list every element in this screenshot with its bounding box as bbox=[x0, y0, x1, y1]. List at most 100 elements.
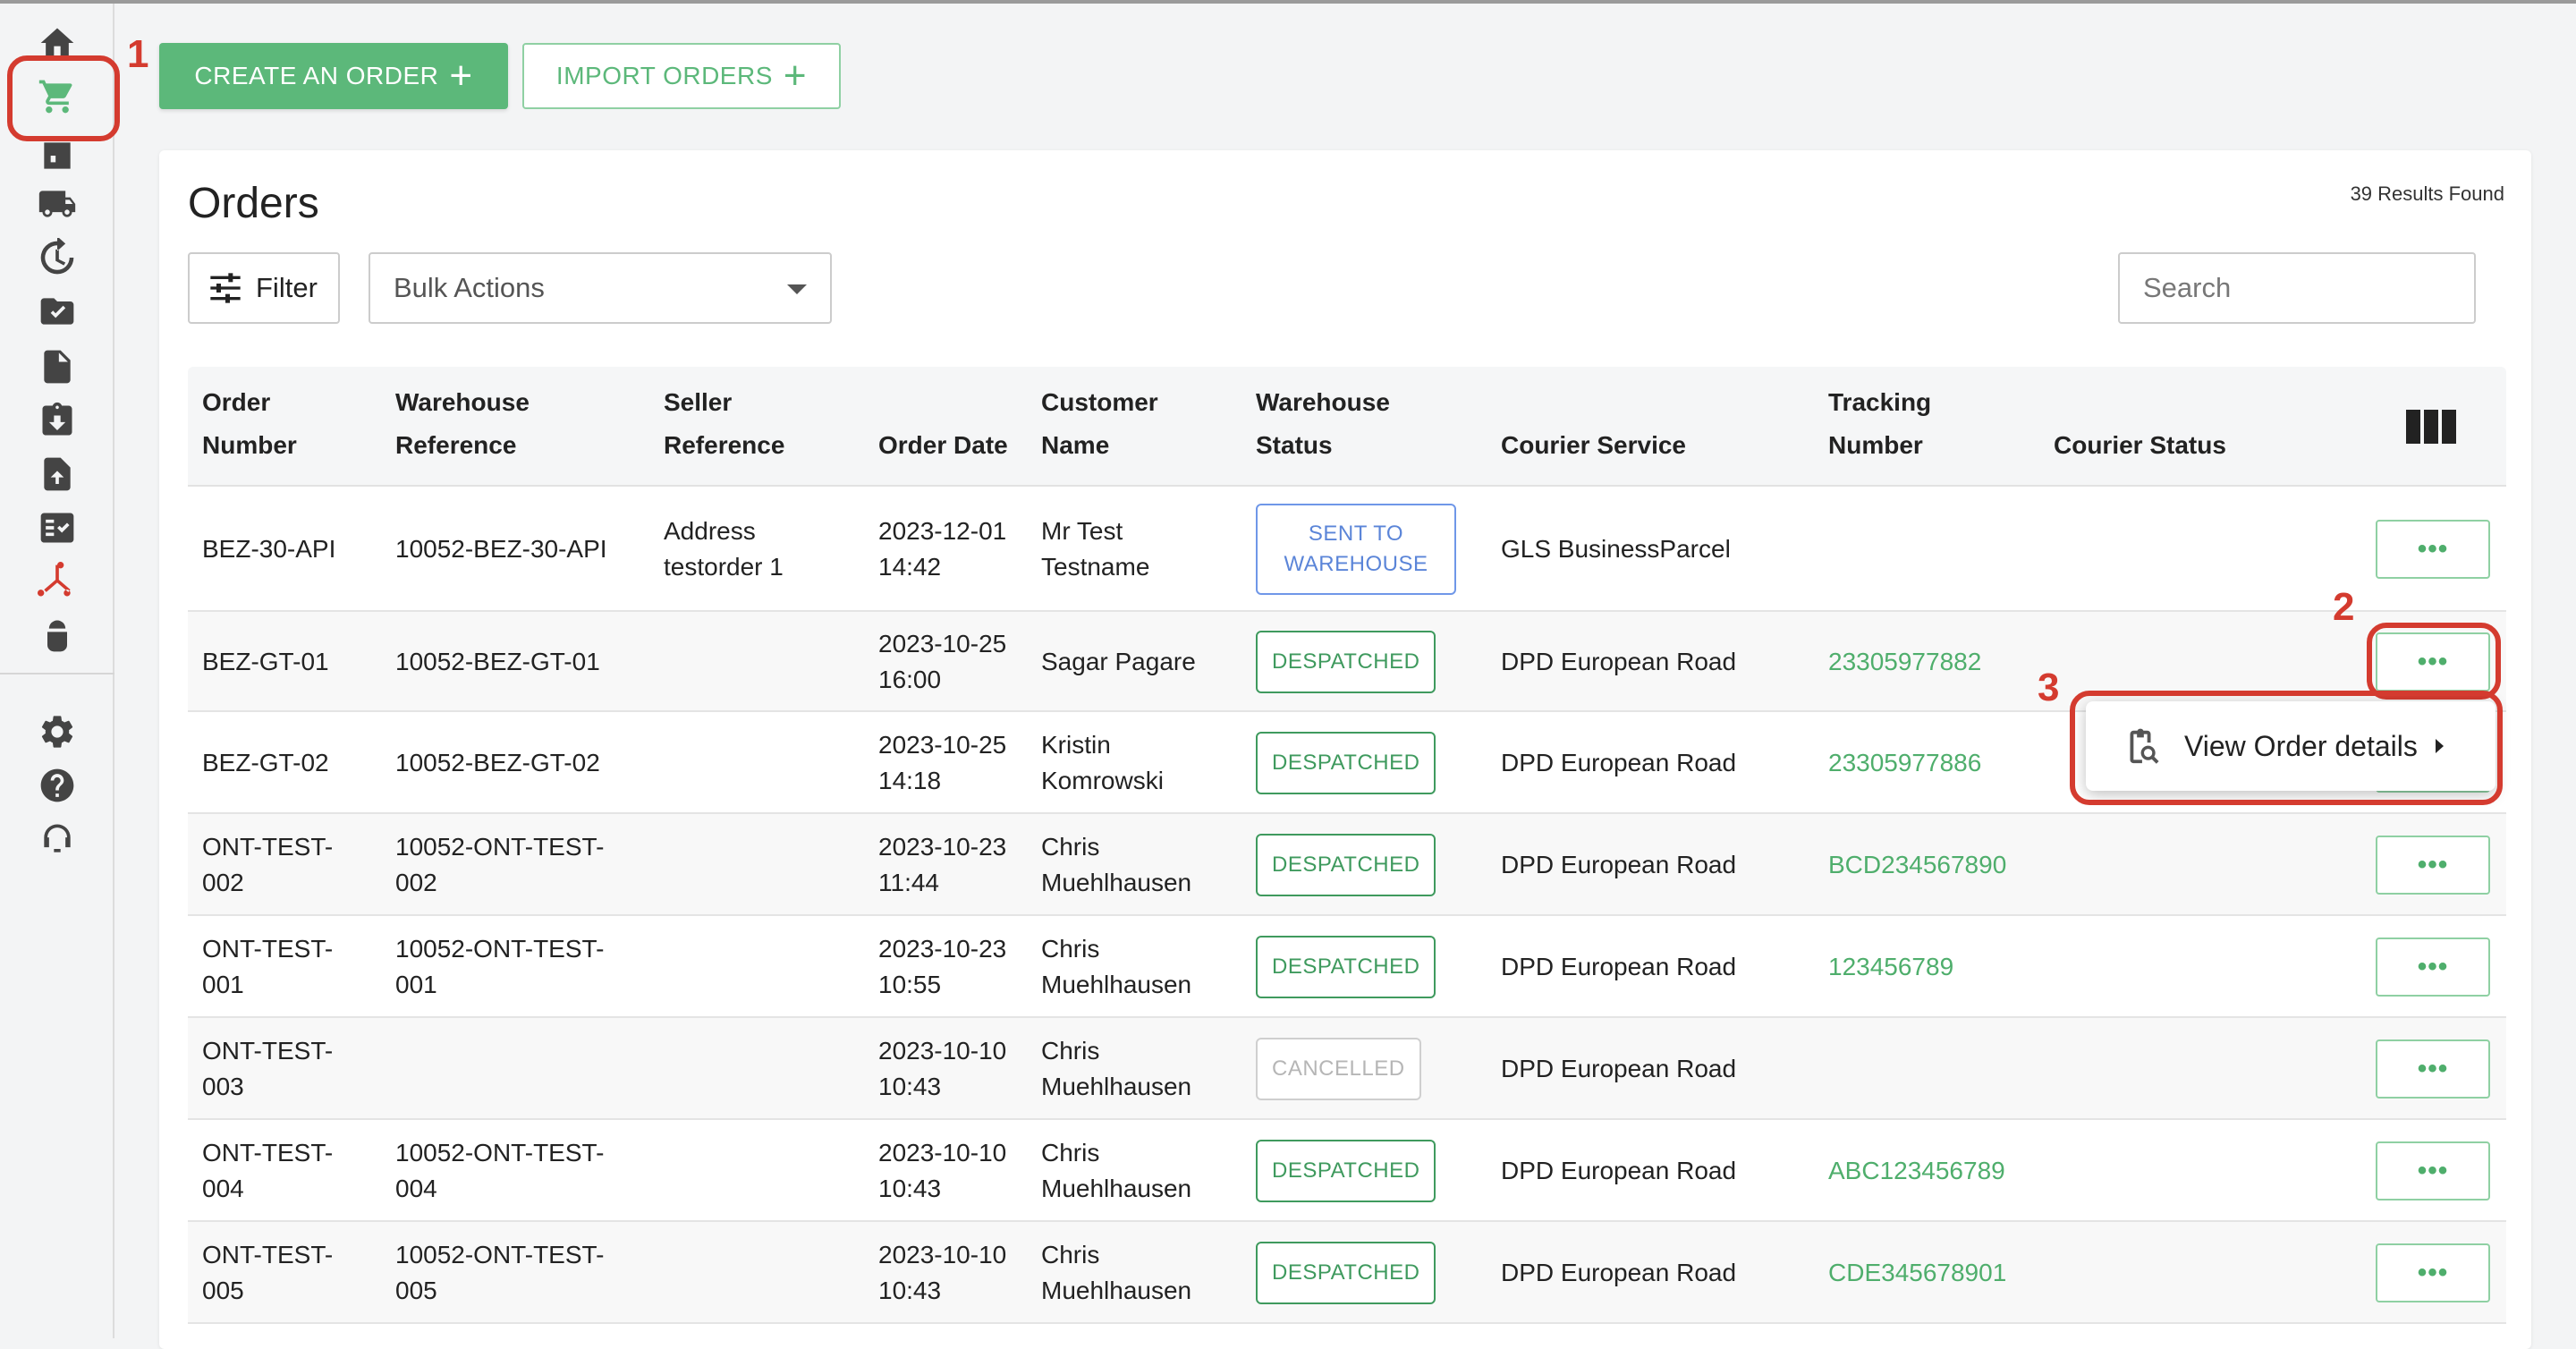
header-warehouse-reference[interactable]: Warehouse Reference bbox=[395, 381, 530, 467]
tracking-number-link[interactable]: 23305977882 bbox=[1828, 644, 1981, 680]
tracking-number-link[interactable]: ABC123456789 bbox=[1828, 1153, 2005, 1189]
warehouse-reference-cell: 10052-BEZ-GT-02 bbox=[395, 745, 600, 781]
customer-name-cell-line: Chris bbox=[1041, 1139, 1100, 1167]
customer-name-cell-line: Chris bbox=[1041, 833, 1100, 861]
order-number-cell-line: ONT-TEST- bbox=[202, 935, 334, 963]
row-actions-button[interactable]: ••• bbox=[2376, 836, 2490, 895]
status-line: DESPATCHED bbox=[1272, 954, 1420, 979]
status-line: DESPATCHED bbox=[1272, 1158, 1420, 1183]
sidebar-divider bbox=[0, 673, 114, 674]
filter-button[interactable]: Filter bbox=[188, 252, 340, 324]
header-order-number[interactable]: Order Number bbox=[202, 381, 297, 467]
order-number-cell: ONT-TEST- 001 bbox=[202, 931, 333, 1003]
header-line: Order bbox=[202, 388, 271, 416]
row-actions-button[interactable]: ••• bbox=[2376, 520, 2490, 579]
help-icon[interactable] bbox=[36, 764, 79, 807]
customer-name-cell-line: Testname bbox=[1041, 553, 1150, 581]
order-number-cell: BEZ-GT-02 bbox=[202, 745, 329, 781]
table-row[interactable]: ONT-TEST- 002 10052-ONT-TEST- 002 2023-10-23… bbox=[188, 814, 2506, 916]
customer-name-cell: Chris Muehlhausen bbox=[1041, 1033, 1191, 1105]
table-row[interactable]: ONT-TEST- 001 10052-ONT-TEST- 001 2023-10-23… bbox=[188, 916, 2506, 1018]
customer-name-cell-line: Muehlhausen bbox=[1041, 1073, 1192, 1100]
order-date-cell-line: 11:44 bbox=[878, 869, 939, 896]
customer-name-cell: Chris Muehlhausen bbox=[1041, 1237, 1191, 1309]
warehouse-reference-cell-line: 001 bbox=[395, 971, 437, 998]
table-row[interactable]: ONT-TEST- 003 2023-10-10 10:43 Chris Muehlhau… bbox=[188, 1018, 2506, 1120]
warehouse-status-badge: DESPATCHED bbox=[1256, 631, 1436, 693]
seller-reference-cell: Address testorder 1 bbox=[664, 513, 784, 585]
row-actions-button[interactable]: ••• bbox=[2376, 1141, 2490, 1201]
returns-icon[interactable] bbox=[36, 236, 79, 279]
import-orders-label: IMPORT ORDERS bbox=[555, 62, 773, 89]
tracking-number-link[interactable]: 23305977886 bbox=[1828, 745, 1981, 781]
annotation-number: 3 bbox=[2038, 666, 2060, 709]
header-line: Courier Service bbox=[1501, 431, 1686, 459]
checklist-icon[interactable] bbox=[36, 506, 79, 549]
seller-reference-cell-line: Address bbox=[664, 517, 756, 545]
header-tracking-number[interactable]: Tracking Number bbox=[1828, 381, 1931, 467]
truck-icon[interactable] bbox=[36, 182, 79, 225]
warehouse-reference-cell-line: 10052-ONT-TEST- bbox=[395, 1139, 605, 1167]
columns-icon[interactable] bbox=[2406, 410, 2456, 444]
warehouse-reference-cell: 10052-ONT-TEST- 005 bbox=[395, 1237, 604, 1309]
tracking-number-link[interactable]: BCD234567890 bbox=[1828, 847, 2006, 883]
header-line bbox=[878, 381, 1008, 424]
filter-icon bbox=[210, 273, 241, 303]
customer-name-cell-line: Sagar Pagare bbox=[1041, 648, 1196, 675]
order-number-cell: BEZ-30-API bbox=[202, 531, 335, 567]
bulk-actions-select[interactable]: Bulk Actions bbox=[369, 252, 832, 324]
integration-icon[interactable] bbox=[36, 560, 79, 603]
annotation-box-cart bbox=[7, 55, 120, 141]
header-warehouse-status[interactable]: Warehouse Status bbox=[1256, 381, 1390, 467]
order-date-cell-line: 16:00 bbox=[878, 666, 942, 693]
tracking-number-link[interactable]: CDE345678901 bbox=[1828, 1255, 2006, 1291]
table-row[interactable]: BEZ-30-API 10052-BEZ-30-API Address testord… bbox=[188, 487, 2506, 612]
folder-check-icon[interactable] bbox=[36, 290, 79, 333]
row-actions-button[interactable]: ••• bbox=[2376, 1039, 2490, 1099]
customer-name-cell-line: Kristin bbox=[1041, 731, 1111, 759]
order-date-cell-line: 10:43 bbox=[878, 1073, 942, 1100]
order-number-cell: ONT-TEST- 005 bbox=[202, 1237, 333, 1309]
header-line bbox=[2054, 381, 2226, 424]
table-row[interactable]: ONT-TEST- 005 10052-ONT-TEST- 005 2023-10-10… bbox=[188, 1222, 2506, 1324]
gear-icon[interactable] bbox=[36, 710, 79, 753]
android-icon[interactable] bbox=[36, 614, 79, 657]
document-icon[interactable] bbox=[36, 345, 79, 388]
header-order-date[interactable]: Order Date bbox=[878, 381, 1008, 467]
upload-icon[interactable] bbox=[36, 453, 79, 496]
order-number-cell-line: ONT-TEST- bbox=[202, 1139, 334, 1167]
warehouse-reference-cell-line: 005 bbox=[395, 1277, 437, 1304]
order-date-cell-line: 14:18 bbox=[878, 767, 942, 794]
order-date-cell-line: 2023-12-01 bbox=[878, 517, 1007, 545]
tracking-number-link[interactable]: 123456789 bbox=[1828, 949, 1953, 985]
status-line: CANCELLED bbox=[1272, 1056, 1405, 1081]
order-date-cell: 2023-10-10 10:43 bbox=[878, 1135, 1006, 1207]
annotation-number: 1 bbox=[127, 32, 149, 76]
header-customer-name[interactable]: Customer Name bbox=[1041, 381, 1158, 467]
warehouse-reference-cell-line: 002 bbox=[395, 869, 437, 896]
search-input[interactable] bbox=[2118, 252, 2476, 324]
customer-name-cell-line: Muehlhausen bbox=[1041, 971, 1192, 998]
row-actions-button[interactable]: ••• bbox=[2376, 1243, 2490, 1302]
customer-name-cell-line: Muehlhausen bbox=[1041, 869, 1192, 896]
support-icon[interactable] bbox=[36, 818, 79, 861]
row-actions-button[interactable]: ••• bbox=[2376, 938, 2490, 997]
order-date-cell-line: 14:42 bbox=[878, 553, 942, 581]
customer-name-cell-line: Komrowski bbox=[1041, 767, 1164, 794]
header-courier-service[interactable]: Courier Service bbox=[1501, 381, 1686, 467]
download-icon[interactable] bbox=[36, 399, 79, 442]
status-line: DESPATCHED bbox=[1272, 1260, 1420, 1285]
order-number-cell: ONT-TEST- 002 bbox=[202, 829, 333, 901]
order-number-cell: ONT-TEST- 004 bbox=[202, 1135, 333, 1207]
header-seller-reference[interactable]: Seller Reference bbox=[664, 381, 784, 467]
table-row[interactable]: ONT-TEST- 004 10052-ONT-TEST- 004 2023-10-10… bbox=[188, 1120, 2506, 1222]
import-orders-button[interactable]: IMPORT ORDERS + bbox=[522, 43, 841, 109]
order-date-cell-line: 10:55 bbox=[878, 971, 942, 998]
order-date-cell: 2023-12-01 14:42 bbox=[878, 513, 1006, 585]
header-line: Number bbox=[202, 431, 297, 459]
courier-service-cell: DPD European Road bbox=[1501, 953, 1737, 980]
plus-icon: + bbox=[449, 54, 473, 98]
header-line: Courier Status bbox=[2054, 431, 2226, 459]
header-courier-status[interactable]: Courier Status bbox=[2054, 381, 2226, 467]
create-order-button[interactable]: CREATE AN ORDER + bbox=[159, 43, 508, 109]
